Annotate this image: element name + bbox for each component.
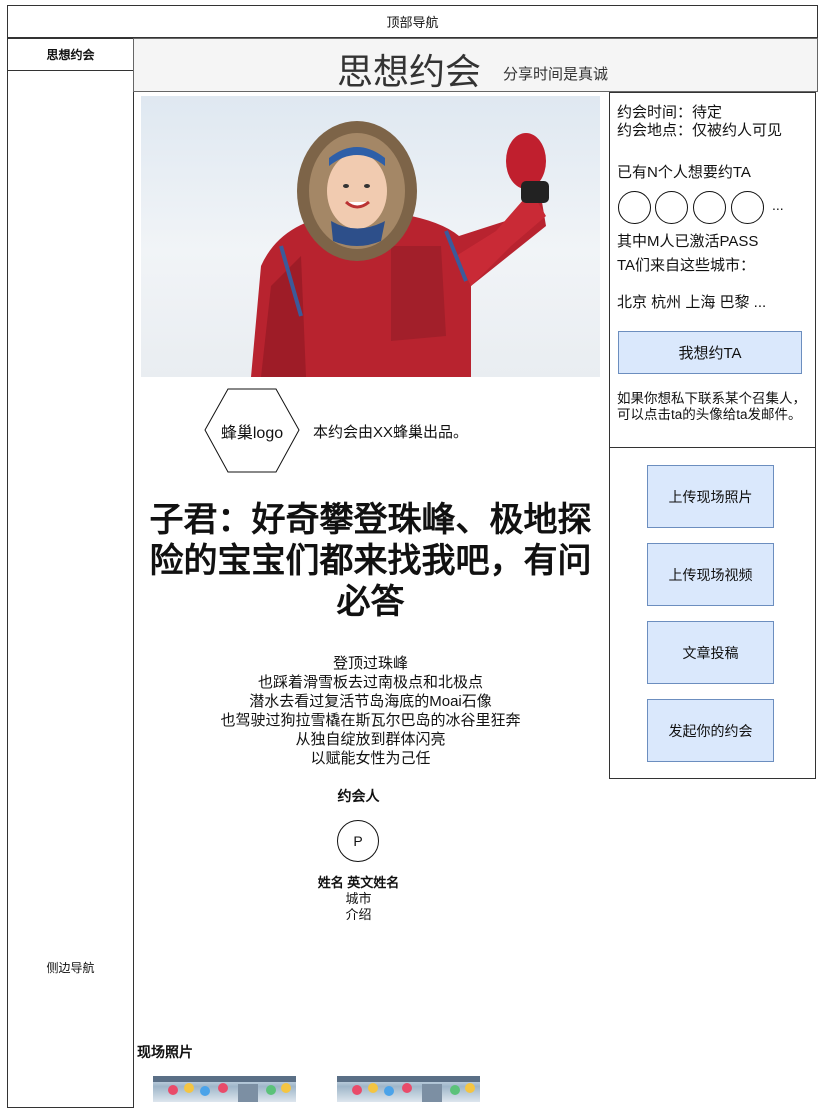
suitor-avatar[interactable] xyxy=(655,191,688,224)
page-title: 思想约会 xyxy=(337,51,482,92)
suitor-avatar[interactable] xyxy=(618,191,651,224)
upload-video-button[interactable]: 上传现场视频 xyxy=(647,543,774,606)
side-nav: 思想约会 侧边导航 xyxy=(7,38,134,1108)
host-section-title: 约会人 xyxy=(337,788,380,804)
article-title: 子君：好奇攀登珠峰、极地探险的宝宝们都来找我吧，有问必答 xyxy=(149,501,592,621)
cities-intro: TA们来自这些城市： xyxy=(617,257,756,274)
host-info: 姓名 英文姓名 城市 介绍 xyxy=(141,875,576,923)
city-list: 北京 杭州 上海 巴黎 ... xyxy=(617,294,767,311)
hero-photo xyxy=(141,96,600,377)
host-avatar[interactable]: P xyxy=(337,820,379,862)
top-nav[interactable]: 顶部导航 xyxy=(7,5,818,38)
intro-line: 以赋能女性为己任 xyxy=(310,750,431,767)
host-intro: 介绍 xyxy=(345,907,372,922)
upload-photo-button[interactable]: 上传现场照片 xyxy=(647,465,774,528)
photos-section-title: 现场照片 xyxy=(137,1044,193,1060)
date-time: 约会时间：待定 xyxy=(617,104,723,121)
scene-photo-thumbnail[interactable] xyxy=(337,1076,480,1102)
intro-line: 登顶过珠峰 xyxy=(332,655,408,672)
side-nav-label[interactable]: 侧边导航 xyxy=(8,959,133,976)
page-header: 思想约会 分享时间是真诚 xyxy=(133,38,818,92)
photo-illustration xyxy=(153,1076,296,1102)
suitor-avatar[interactable] xyxy=(731,191,764,224)
more-avatars[interactable]: ... xyxy=(772,197,784,213)
intro-line: 也踩着滑雪板去过南极点和北极点 xyxy=(257,674,483,691)
start-date-button[interactable]: 发起你的约会 xyxy=(647,699,774,762)
side-nav-brand[interactable]: 思想约会 xyxy=(8,39,133,71)
photo-illustration xyxy=(337,1076,480,1102)
suitor-avatar[interactable] xyxy=(693,191,726,224)
host-name: 姓名 英文姓名 xyxy=(317,875,400,890)
host-city: 城市 xyxy=(345,891,372,906)
hero-photo-illustration xyxy=(251,121,549,377)
hive-attribution: 本约会由XX蜂巢出品。 xyxy=(313,424,469,441)
want-date-button[interactable]: 我想约TA xyxy=(618,331,802,374)
activated-count: 其中M人已激活PASS xyxy=(617,233,759,250)
info-panel: 约会时间：待定 约会地点：仅被约人可见 已有N个人想要约TA ... 其中M人已… xyxy=(609,92,816,448)
intro-line: 潜水去看过复活节岛海底的Moai石像 xyxy=(249,693,492,710)
intro-line: 从独自绽放到群体闪亮 xyxy=(295,731,446,748)
article-intro: 登顶过珠峰 也踩着滑雪板去过南极点和北极点 潜水去看过复活节岛海底的Moai石像… xyxy=(141,654,600,768)
want-count: 已有N个人想要约TA xyxy=(617,164,751,181)
date-place: 约会地点：仅被约人可见 xyxy=(617,122,783,139)
top-nav-label: 顶部导航 xyxy=(386,15,439,30)
page-subtitle: 分享时间是真诚 xyxy=(503,66,609,83)
scene-photo-thumbnail[interactable] xyxy=(153,1076,296,1102)
submit-article-button[interactable]: 文章投稿 xyxy=(647,621,774,684)
action-panel: 上传现场照片 上传现场视频 文章投稿 发起你的约会 xyxy=(609,447,816,779)
hive-logo[interactable]: 蜂巢logo xyxy=(204,388,300,473)
hive-logo-label: 蜂巢logo xyxy=(220,424,284,442)
contact-note: 如果你想私下联系某个召集人，可以点击ta的头像给ta发邮件。 xyxy=(617,391,806,422)
intro-line: 也驾驶过狗拉雪橇在斯瓦尔巴岛的冰谷里狂奔 xyxy=(220,712,521,729)
